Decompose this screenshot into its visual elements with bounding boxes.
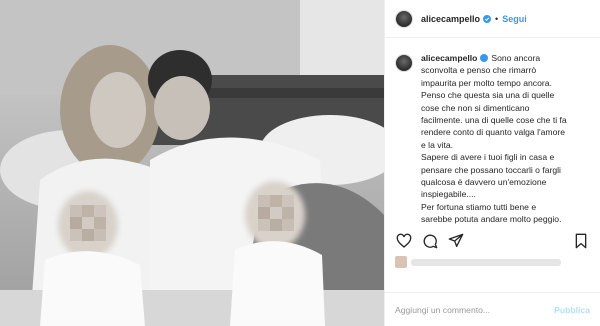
caption-line: qualcosa è davvero un'emozione	[421, 177, 547, 188]
post-caption: alicecampello Sono ancora sconvolta e pen…	[395, 52, 592, 226]
post-side-panel: alicecampello • Segui alicecampello Sono …	[384, 0, 600, 326]
blurred-face	[70, 205, 106, 241]
like-button[interactable]	[395, 232, 413, 250]
caption-line: Sapere di avere i tuoi figli in casa e	[421, 152, 555, 163]
liker-avatar	[395, 256, 407, 268]
heart-icon	[396, 233, 412, 248]
caption-line: facilmente. una di quelle cose che ti fa	[421, 115, 567, 126]
publish-button[interactable]: Pubblica	[554, 305, 590, 315]
caption-line: Penso che questa sia una di quelle	[421, 90, 555, 101]
avatar[interactable]	[395, 9, 413, 28]
post-photo[interactable]	[0, 0, 384, 326]
caption-line: sarebbe potuta andare molto peggio.	[421, 214, 562, 225]
post-header: alicecampello • Segui	[385, 0, 600, 38]
blurred-likes-text	[411, 258, 561, 266]
caption-line: Per fortuna stiamo tutti bene e	[421, 201, 537, 212]
comment-button[interactable]	[421, 232, 439, 250]
caption-line: pensare che possano toccarli o fargli	[421, 164, 561, 175]
blurred-face	[258, 195, 294, 231]
username-link[interactable]: alicecampello	[421, 14, 480, 24]
caption-line: cose che non si dimenticano	[421, 102, 530, 113]
comment-icon	[423, 234, 438, 249]
save-button[interactable]	[572, 232, 590, 250]
avatar[interactable]	[395, 54, 413, 72]
caption-line: impaurita per molto tempo ancora.	[421, 77, 552, 88]
family-photo-image	[0, 0, 384, 326]
caption-username-link[interactable]: alicecampello	[421, 53, 477, 63]
share-icon	[448, 233, 464, 247]
caption-line: inspiegabile....	[421, 189, 476, 200]
comment-input[interactable]	[395, 304, 555, 315]
separator-dot: •	[495, 13, 499, 24]
comment-form: Pubblica	[385, 293, 600, 326]
share-button[interactable]	[447, 232, 465, 250]
caption-line: alicecampello Sono ancora	[421, 53, 541, 63]
action-bar	[395, 231, 590, 251]
verified-badge-icon	[483, 14, 492, 23]
caption-line: sconvolta e penso che rimarrò	[421, 65, 537, 76]
caption-line: rendere conto di quanto valga l'amore	[421, 127, 566, 138]
bookmark-icon	[575, 233, 587, 249]
caption-text: alicecampello Sono ancora sconvolta e pen…	[421, 52, 567, 226]
verified-badge-icon	[480, 54, 489, 62]
likes-row[interactable]	[395, 255, 590, 269]
caption-line: e la vita.	[421, 139, 454, 150]
follow-button[interactable]: Segui	[502, 14, 527, 24]
